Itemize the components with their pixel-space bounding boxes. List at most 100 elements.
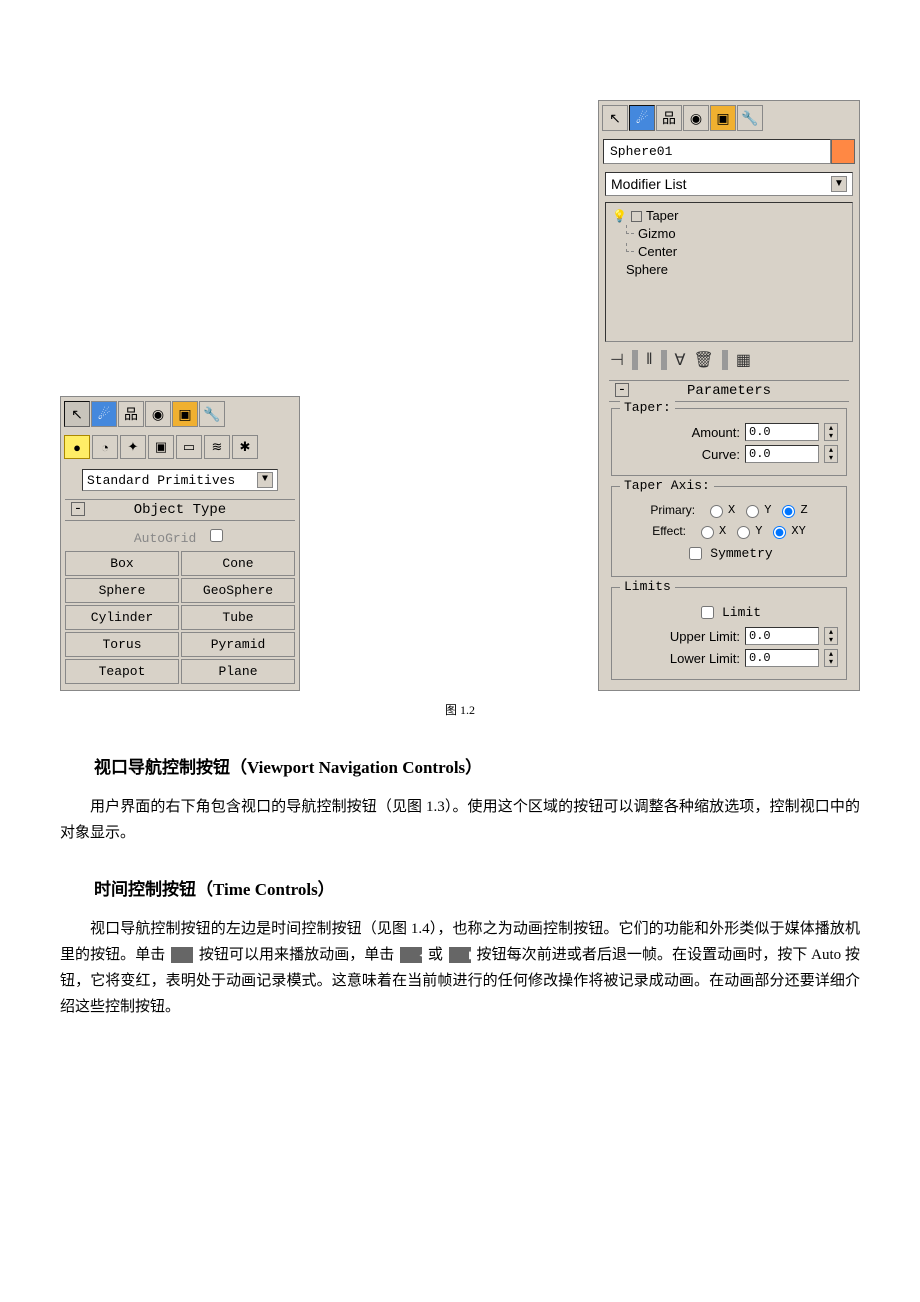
object-color-swatch[interactable]: [831, 139, 855, 164]
taper-group: Taper: Amount: 0.0 ▴▾ Curve: 0.0 ▴▾: [611, 408, 847, 476]
modifier-list-dropdown[interactable]: Modifier List ▼: [605, 172, 853, 196]
figure-row: ↖ ☄ 品 ◉ ▣ 🔧 ● ◔ ✦ ▣ ▭ ≋ ✱ Standard Primi…: [60, 100, 860, 691]
utilities-tab-icon[interactable]: 🔧: [737, 105, 763, 131]
stack-tools: ⊣ ‖ ∀ 🗑 ▦: [599, 342, 859, 378]
remove-modifier-icon[interactable]: 🗑: [691, 350, 717, 370]
prim-box[interactable]: Box: [65, 551, 179, 576]
modifier-stack[interactable]: 💡 Taper Gizmo Center Sphere: [605, 202, 853, 342]
prim-tube[interactable]: Tube: [181, 605, 295, 630]
cameras-icon[interactable]: ▣: [148, 435, 174, 459]
paragraph-viewport: 用户界面的右下角包含视口的导航控制按钮（见图 1.3）。使用这个区域的按钮可以调…: [60, 794, 860, 847]
play-icon: ▶: [171, 947, 193, 963]
expand-icon[interactable]: [631, 211, 642, 222]
upper-limit-label: Upper Limit:: [670, 629, 740, 644]
upper-limit-input[interactable]: 0.0: [745, 627, 819, 645]
stack-center[interactable]: Center: [638, 244, 677, 259]
effect-y[interactable]: [737, 526, 750, 539]
effect-xy[interactable]: [773, 526, 786, 539]
curve-input[interactable]: 0.0: [745, 445, 819, 463]
subcategory-label: Standard Primitives: [87, 473, 235, 488]
curve-spinner[interactable]: ▴▾: [824, 445, 838, 463]
prim-pyramid[interactable]: Pyramid: [181, 632, 295, 657]
primary-y[interactable]: [746, 505, 759, 518]
subcategory-dropdown[interactable]: Standard Primitives ▼: [82, 469, 278, 491]
limits-group: Limits Limit Upper Limit: 0.0 ▴▾ Lower L…: [611, 587, 847, 680]
create-panel: ↖ ☄ 品 ◉ ▣ 🔧 ● ◔ ✦ ▣ ▭ ≋ ✱ Standard Primi…: [60, 396, 300, 691]
systems-icon[interactable]: ✱: [232, 435, 258, 459]
category-row: ● ◔ ✦ ▣ ▭ ≋ ✱: [61, 431, 299, 463]
primary-x[interactable]: [710, 505, 723, 518]
stack-modifier[interactable]: Taper: [646, 207, 679, 225]
spacewarps-icon[interactable]: ≋: [204, 435, 230, 459]
motion-tab-icon[interactable]: ◉: [683, 105, 709, 131]
taper-axis-title: Taper Axis:: [620, 478, 714, 493]
amount-input[interactable]: 0.0: [745, 423, 819, 441]
prim-sphere[interactable]: Sphere: [65, 578, 179, 603]
pin-stack-icon[interactable]: ⊣: [607, 350, 627, 370]
primitives-grid: Box Cone Sphere GeoSphere Cylinder Tube …: [61, 549, 299, 690]
prim-cylinder[interactable]: Cylinder: [65, 605, 179, 630]
parameters-title: Parameters: [687, 383, 771, 399]
lower-limit-input[interactable]: 0.0: [745, 649, 819, 667]
step-forward-icon: ▮▶: [449, 947, 471, 963]
chevron-down-icon: ▼: [831, 176, 847, 192]
configure-sets-icon[interactable]: ▦: [733, 350, 754, 370]
section-heading-viewport: 视口导航控制按钮（Viewport Navigation Controls）: [60, 753, 860, 778]
create-tab-icon[interactable]: ↖: [602, 105, 628, 131]
primary-label: Primary:: [650, 503, 695, 517]
motion-tab-icon[interactable]: ◉: [145, 401, 171, 427]
modifier-list-label: Modifier List: [611, 176, 686, 192]
display-tab-icon[interactable]: ▣: [710, 105, 736, 131]
step-back-icon: ◀▮: [400, 947, 422, 963]
command-panel-tabs: ↖ ☄ 品 ◉ ▣ 🔧: [599, 101, 859, 135]
shapes-icon[interactable]: ◔: [92, 435, 118, 459]
curve-label: Curve:: [702, 447, 740, 462]
object-type-title: Object Type: [134, 502, 226, 518]
show-end-result-icon[interactable]: ‖: [643, 351, 656, 369]
hierarchy-tab-icon[interactable]: 品: [656, 105, 682, 131]
stack-base[interactable]: Sphere: [626, 262, 668, 277]
symmetry-checkbox[interactable]: [689, 547, 702, 560]
figure-caption: 图 1.2: [60, 701, 860, 718]
bulb-icon[interactable]: 💡: [612, 207, 627, 225]
autogrid-row: AutoGrid: [61, 523, 299, 549]
lower-limit-spinner[interactable]: ▴▾: [824, 649, 838, 667]
object-name-field[interactable]: Sphere01: [603, 139, 831, 164]
modify-tab-icon[interactable]: ☄: [91, 401, 117, 427]
prim-teapot[interactable]: Teapot: [65, 659, 179, 684]
limit-effect-checkbox[interactable]: [701, 606, 714, 619]
object-type-header[interactable]: - Object Type: [65, 499, 295, 521]
section-heading-time: 时间控制按钮（Time Controls）: [60, 875, 860, 900]
limit-effect-label: Limit: [722, 605, 761, 620]
taper-axis-group: Taper Axis: Primary: X Y Z Effect: X Y X…: [611, 486, 847, 577]
helpers-icon[interactable]: ▭: [176, 435, 202, 459]
make-unique-icon[interactable]: ∀: [672, 350, 689, 370]
effect-label: Effect:: [652, 524, 686, 538]
command-panel-tabs: ↖ ☄ 品 ◉ ▣ 🔧: [61, 397, 299, 431]
parameters-header[interactable]: - Parameters: [609, 380, 849, 402]
limits-title: Limits: [620, 579, 675, 594]
display-tab-icon[interactable]: ▣: [172, 401, 198, 427]
taper-group-title: Taper:: [620, 400, 675, 415]
upper-limit-spinner[interactable]: ▴▾: [824, 627, 838, 645]
paragraph-time: 视口导航控制按钮的左边是时间控制按钮（见图 1.4），也称之为动画控制按钮。它们…: [60, 916, 860, 1021]
amount-spinner[interactable]: ▴▾: [824, 423, 838, 441]
hierarchy-tab-icon[interactable]: 品: [118, 401, 144, 427]
symmetry-label: Symmetry: [710, 546, 772, 561]
chevron-down-icon: ▼: [257, 472, 273, 488]
prim-cone[interactable]: Cone: [181, 551, 295, 576]
lights-icon[interactable]: ✦: [120, 435, 146, 459]
modify-tab-icon[interactable]: ☄: [629, 105, 655, 131]
prim-plane[interactable]: Plane: [181, 659, 295, 684]
primary-z[interactable]: [782, 505, 795, 518]
create-tab-icon[interactable]: ↖: [64, 401, 90, 427]
stack-gizmo[interactable]: Gizmo: [638, 226, 676, 241]
effect-x[interactable]: [701, 526, 714, 539]
prim-geosphere[interactable]: GeoSphere: [181, 578, 295, 603]
utilities-tab-icon[interactable]: 🔧: [199, 401, 225, 427]
geometry-icon[interactable]: ●: [64, 435, 90, 459]
amount-label: Amount:: [692, 425, 740, 440]
autogrid-label: AutoGrid: [134, 531, 196, 546]
prim-torus[interactable]: Torus: [65, 632, 179, 657]
autogrid-checkbox[interactable]: [210, 529, 223, 542]
